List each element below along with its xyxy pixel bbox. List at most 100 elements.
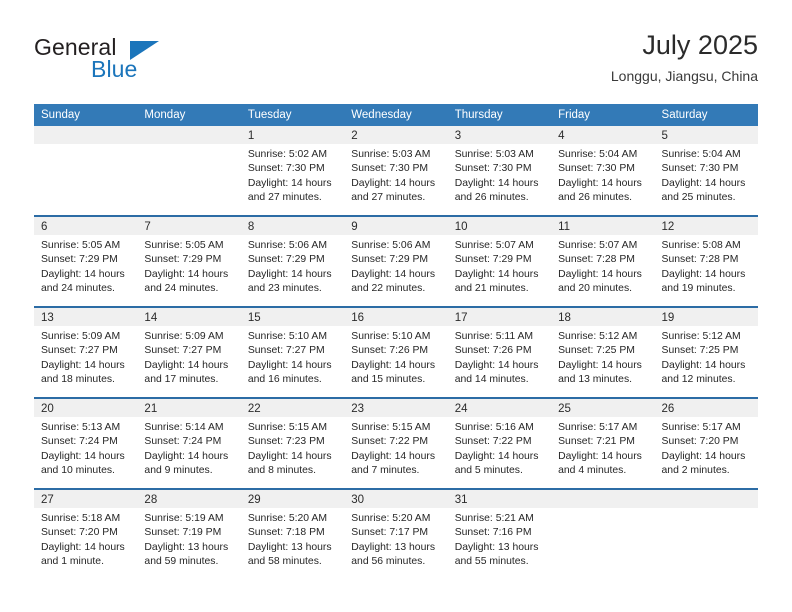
sunrise-text: Sunrise: 5:14 AM	[144, 422, 224, 433]
daylight-text-line2: and 18 minutes.	[41, 374, 115, 386]
daylight-text-line2: and 8 minutes.	[247, 465, 317, 477]
calendar-weeks: 1 Sunrise: 5:02 AM Sunset: 7:30 PM Daylight…	[34, 126, 758, 579]
daylight-text-line1: Daylight: 13 hours	[247, 541, 332, 553]
day-number: 17	[454, 312, 468, 324]
day-details: Sunrise: 5:04 AM Sunset: 7:30 PM Daylight:…	[551, 144, 654, 206]
day-number: 3	[454, 130, 462, 142]
day-number-strip: 3	[447, 126, 552, 144]
calendar-day-cell[interactable]: 5 Sunrise: 5:04 AM Sunset: 7:30 PM Daylight…	[654, 126, 758, 215]
day-number-strip: 28	[137, 490, 241, 508]
sunrise-text: Sunrise: 5:12 AM	[661, 331, 741, 342]
calendar-day-cell[interactable]: 6 Sunrise: 5:05 AM Sunset: 7:29 PM Daylight…	[34, 217, 138, 306]
day-number: 13	[41, 312, 54, 324]
daylight-text-line2: and 10 minutes.	[41, 465, 115, 477]
calendar-page: General Blue July 2025 Longgu, Jiangsu, …	[0, 0, 792, 612]
calendar-day-cell[interactable]: 30 Sunrise: 5:20 AM Sunset: 7:17 PM Dayligh…	[344, 490, 448, 579]
calendar-day-cell[interactable]: 26 Sunrise: 5:17 AM Sunset: 7:20 PM Dayligh…	[654, 399, 758, 488]
general-blue-logo[interactable]: General Blue	[34, 34, 244, 88]
calendar-day-cell[interactable]: 12 Sunrise: 5:08 AM Sunset: 7:28 PM Dayligh…	[654, 217, 758, 306]
daylight-text-line2: and 13 minutes.	[558, 374, 633, 386]
calendar-day-cell[interactable]: 27 Sunrise: 5:18 AM Sunset: 7:20 PM Dayligh…	[34, 490, 138, 579]
sunset-text: Sunset: 7:19 PM	[144, 527, 222, 539]
sunset-text: Sunset: 7:20 PM	[41, 527, 118, 539]
calendar-day-cell[interactable]: 9 Sunrise: 5:06 AM Sunset: 7:29 PM Daylight…	[344, 217, 448, 306]
daylight-text-line2: and 24 minutes.	[144, 283, 219, 295]
day-number-strip: 25	[551, 399, 655, 417]
daylight-text-line2: and 56 minutes.	[351, 556, 426, 568]
day-number: 8	[247, 221, 255, 233]
day-number: 12	[661, 221, 675, 233]
day-details: Sunrise: 5:06 AM Sunset: 7:29 PM Daylight:…	[344, 235, 447, 297]
sunrise-text: Sunrise: 5:17 AM	[558, 422, 638, 433]
day-number: 29	[247, 494, 261, 506]
calendar-day-cell[interactable]: 23 Sunrise: 5:15 AM Sunset: 7:22 PM Dayligh…	[344, 399, 448, 488]
title-block: July 2025 Longgu, Jiangsu, China	[611, 28, 758, 86]
calendar-day-cell[interactable]: 19 Sunrise: 5:12 AM Sunset: 7:25 PM Dayligh…	[654, 308, 758, 397]
calendar-day-cell[interactable]: 25 Sunrise: 5:17 AM Sunset: 7:21 PM Dayligh…	[551, 399, 655, 488]
day-number-strip: 18	[551, 308, 655, 326]
day-number: 28	[144, 494, 158, 506]
sunrise-text: Sunrise: 5:21 AM	[454, 513, 534, 524]
calendar-day-cell[interactable]: 13 Sunrise: 5:09 AM Sunset: 7:27 PM Dayligh…	[34, 308, 138, 397]
day-number: 24	[454, 403, 468, 415]
calendar-day-cell[interactable]: 11 Sunrise: 5:07 AM Sunset: 7:28 PM Dayligh…	[551, 217, 655, 306]
calendar-day-cell[interactable]: 16 Sunrise: 5:10 AM Sunset: 7:26 PM Dayligh…	[344, 308, 448, 397]
day-number-strip: 7	[137, 217, 241, 235]
daylight-text-line1: Daylight: 14 hours	[351, 268, 436, 280]
calendar-day-cell[interactable]: 3 Sunrise: 5:03 AM Sunset: 7:30 PM Daylight…	[447, 126, 552, 215]
day-number: 5	[661, 130, 668, 142]
calendar-day-cell[interactable]: 10 Sunrise: 5:07 AM Sunset: 7:29 PM Dayligh…	[447, 217, 552, 306]
day-number-strip: 21	[137, 399, 241, 417]
calendar-day-cell[interactable]: 7 Sunrise: 5:05 AM Sunset: 7:29 PM Daylight…	[137, 217, 241, 306]
calendar-day-cell[interactable]: 4 Sunrise: 5:04 AM Sunset: 7:30 PM Daylight…	[551, 126, 655, 215]
sunrise-text: Sunrise: 5:03 AM	[454, 149, 534, 160]
day-number: 18	[558, 312, 571, 324]
sunrise-text: Sunrise: 5:07 AM	[454, 240, 534, 251]
sunset-text: Sunset: 7:27 PM	[41, 345, 118, 357]
daylight-text-line2: and 5 minutes.	[454, 465, 523, 477]
calendar-day-cell[interactable]: 8 Sunrise: 5:06 AM Sunset: 7:29 PM Daylight…	[240, 217, 345, 306]
calendar-day-cell[interactable]: 1 Sunrise: 5:02 AM Sunset: 7:30 PM Daylight…	[240, 126, 345, 215]
weekday-header-monday: Monday	[144, 109, 186, 121]
day-number: 7	[144, 221, 151, 233]
day-number-strip: 8	[240, 217, 345, 235]
calendar-day-cell[interactable]: 24 Sunrise: 5:16 AM Sunset: 7:22 PM Dayligh…	[447, 399, 552, 488]
calendar-day-cell[interactable]: 31 Sunrise: 5:21 AM Sunset: 7:16 PM Dayligh…	[447, 490, 552, 579]
sunrise-text: Sunrise: 5:15 AM	[247, 422, 327, 433]
day-details: Sunrise: 5:20 AM Sunset: 7:18 PM Daylight:…	[241, 508, 344, 570]
calendar-day-cell[interactable]: 17 Sunrise: 5:11 AM Sunset: 7:26 PM Dayligh…	[447, 308, 552, 397]
calendar-day-cell[interactable]: 29 Sunrise: 5:20 AM Sunset: 7:18 PM Dayligh…	[240, 490, 345, 579]
page-subtitle-location: Longgu, Jiangsu, China	[610, 68, 758, 84]
calendar-day-cell[interactable]: 21 Sunrise: 5:14 AM Sunset: 7:24 PM Dayligh…	[137, 399, 241, 488]
calendar-day-cell[interactable]: 20 Sunrise: 5:13 AM Sunset: 7:24 PM Dayligh…	[34, 399, 138, 488]
day-number-strip: 15	[240, 308, 345, 326]
daylight-text-line2: and 26 minutes.	[558, 192, 633, 204]
daylight-text-line2: and 22 minutes.	[351, 283, 426, 295]
daylight-text-line1: Daylight: 14 hours	[661, 359, 746, 371]
sunset-text: Sunset: 7:27 PM	[247, 345, 325, 357]
day-number: 23	[351, 403, 365, 415]
day-details: Sunrise: 5:15 AM Sunset: 7:22 PM Daylight:…	[344, 417, 447, 479]
day-number: 22	[247, 403, 261, 415]
calendar-day-cell[interactable]: 14 Sunrise: 5:09 AM Sunset: 7:27 PM Dayligh…	[137, 308, 241, 397]
day-number-strip: 6	[34, 217, 138, 235]
day-details: Sunrise: 5:05 AM Sunset: 7:29 PM Daylight:…	[34, 235, 137, 297]
calendar-day-cell[interactable]: 28 Sunrise: 5:19 AM Sunset: 7:19 PM Dayligh…	[137, 490, 241, 579]
day-details: Sunrise: 5:02 AM Sunset: 7:30 PM Daylight:…	[241, 144, 344, 206]
day-number-strip: 9	[344, 217, 448, 235]
sunset-text: Sunset: 7:29 PM	[454, 254, 532, 266]
sunrise-text: Sunrise: 5:20 AM	[351, 513, 431, 524]
calendar-day-cell[interactable]: 15 Sunrise: 5:10 AM Sunset: 7:27 PM Dayligh…	[240, 308, 345, 397]
calendar-day-cell[interactable]: 22 Sunrise: 5:15 AM Sunset: 7:23 PM Dayligh…	[240, 399, 345, 488]
day-number: 31	[454, 494, 468, 506]
sunset-text: Sunset: 7:30 PM	[351, 163, 429, 175]
sunrise-text: Sunrise: 5:19 AM	[144, 513, 224, 524]
day-number-strip	[137, 126, 241, 144]
sunrise-text: Sunrise: 5:16 AM	[454, 422, 534, 433]
page-header: General Blue July 2025 Longgu, Jiangsu, …	[34, 28, 758, 94]
sunrise-text: Sunrise: 5:10 AM	[247, 331, 327, 342]
calendar-day-cell[interactable]: 2 Sunrise: 5:03 AM Sunset: 7:30 PM Daylight…	[344, 126, 448, 215]
day-details: Sunrise: 5:09 AM Sunset: 7:27 PM Daylight:…	[137, 326, 240, 388]
calendar-day-cell[interactable]: 18 Sunrise: 5:12 AM Sunset: 7:25 PM Dayligh…	[551, 308, 655, 397]
daylight-text-line2: and 27 minutes.	[351, 192, 426, 204]
